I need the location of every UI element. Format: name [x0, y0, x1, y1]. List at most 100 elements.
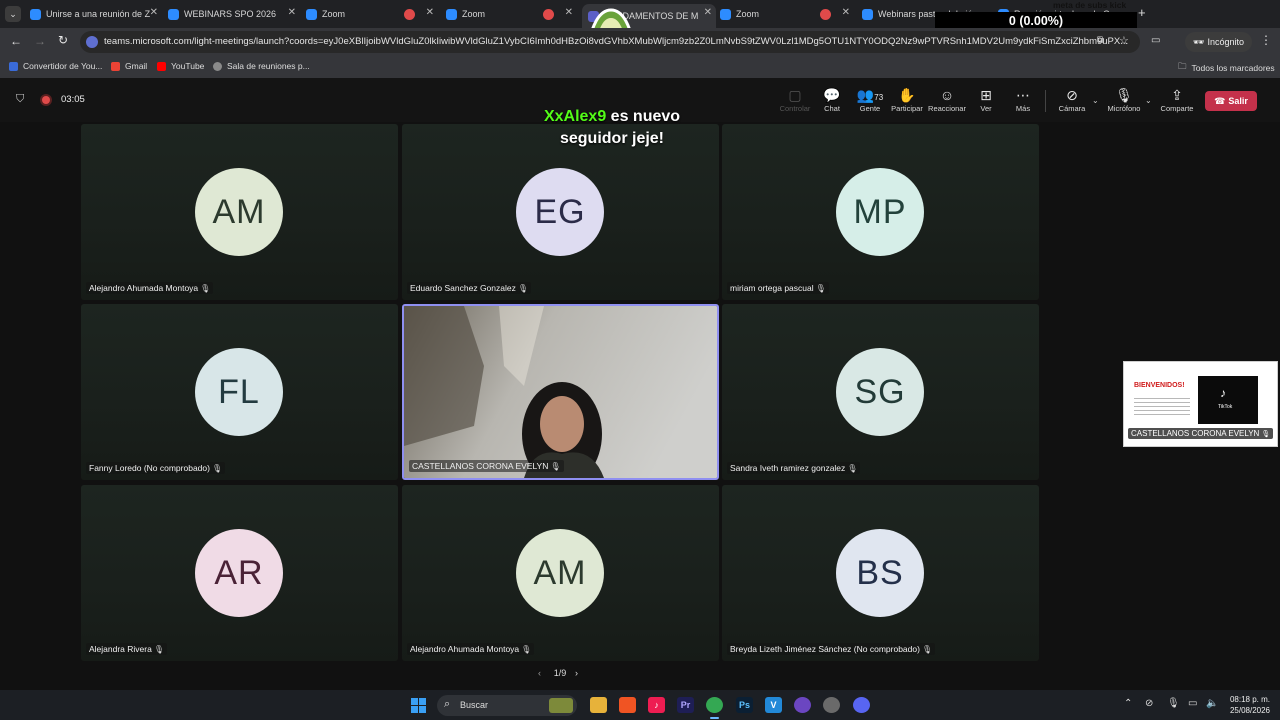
tab-1[interactable]: Unirse a una reunión de Z ✕: [30, 4, 162, 24]
tab-2[interactable]: WEBINARS SPO 2026 ✕: [168, 4, 300, 24]
bookmark-star-icon[interactable]: ☆: [1119, 34, 1129, 47]
photoshop-icon[interactable]: Ps: [736, 697, 753, 713]
react-label: Reaccionar: [928, 104, 966, 113]
participant-tile[interactable]: FL Fanny Loredo (No comprobado) 🎙: [81, 304, 398, 480]
chrome-icon[interactable]: [706, 697, 723, 713]
people-label: Gente: [859, 104, 881, 113]
tab-8[interactable]: Zoom: [720, 4, 816, 24]
bookmark-sala[interactable]: Sala de reuniones p...: [213, 61, 310, 71]
more-button[interactable]: ⋯ Más: [1003, 87, 1043, 113]
translate-icon[interactable]: ⧉: [1097, 35, 1104, 46]
shared-screen-thumbnail[interactable]: BIENVENIDOS! ♪ TikTok CASTELLANOS CORONA…: [1123, 361, 1278, 447]
leave-button[interactable]: ☎ Salir: [1205, 91, 1257, 111]
camera-options-icon[interactable]: ⌄: [1092, 96, 1099, 105]
mic-tray-icon[interactable]: 🎙: [1167, 698, 1180, 709]
shield-icon[interactable]: ⛉: [16, 93, 24, 106]
tiktok-app-icon[interactable]: ♪: [648, 697, 665, 713]
zoom-icon: [862, 8, 873, 20]
chat-button[interactable]: 💬 Chat: [812, 87, 852, 113]
close-icon[interactable]: ✕: [565, 7, 573, 18]
obs-icon[interactable]: [794, 697, 811, 713]
mic-button[interactable]: 🎙 Micrófono: [1104, 87, 1144, 113]
avatar: FL: [195, 348, 283, 436]
active-app-indicator: [710, 717, 719, 719]
tab-6[interactable]: ✕: [543, 4, 577, 24]
mic-muted-icon: 🎙: [521, 645, 532, 654]
discord-icon[interactable]: [853, 697, 870, 713]
bookmark-gmail[interactable]: Gmail: [111, 61, 147, 71]
camera-label: Cámara: [1058, 104, 1086, 113]
people-icon: 👥73: [856, 87, 884, 103]
mic-muted-icon: 🎙: [517, 284, 529, 293]
clock-time: 08:18 p. m.: [1229, 695, 1270, 704]
participant-tile[interactable]: SG Sandra Iveth ramirez gonzalez 🎙: [722, 304, 1039, 480]
tab-3[interactable]: Zoom: [306, 4, 402, 24]
windows-start-icon[interactable]: [411, 698, 426, 713]
site-info-icon[interactable]: [86, 36, 98, 48]
share-icon: ⇪: [1171, 87, 1183, 103]
clock[interactable]: 08:18 p. m. 25/08/2026: [1224, 694, 1270, 716]
participant-tile[interactable]: MP miriam ortega pascual 🎙: [722, 124, 1039, 300]
clock-date: 25/08/2026: [1229, 706, 1270, 715]
windows-taskbar: ⌕ Buscar ♪ Pr Ps V ⌃ ⊘ 🎙 ▭ 🔈 08:18 p. m.…: [0, 690, 1280, 720]
network-icon[interactable]: ▭: [1188, 698, 1197, 709]
participant-tile[interactable]: AM Alejandro Ahumada Montoya 🎙: [402, 485, 719, 661]
url-text: teams.microsoft.com/light-meetings/launc…: [104, 36, 1129, 47]
bookmark-all[interactable]: 🗀 Todos los marcadores: [1178, 61, 1275, 75]
tab-3-label: Zoom: [322, 9, 346, 19]
bookmark-youtube[interactable]: YouTube: [157, 61, 204, 71]
mic-label: Micrófono: [1107, 104, 1141, 113]
close-icon[interactable]: ✕: [150, 7, 158, 18]
participant-tile[interactable]: EG Eduardo Sanchez Gonzalez 🎙: [402, 124, 719, 300]
raise-hand-button[interactable]: ✋ Participar: [887, 87, 927, 113]
tab-9[interactable]: ✕: [820, 4, 854, 24]
brave-icon[interactable]: [619, 697, 636, 713]
incognito-profile[interactable]: 🕶 Incógnito: [1185, 32, 1252, 52]
converter-icon: [9, 61, 18, 71]
view-button[interactable]: ⊞ Ver: [966, 87, 1006, 113]
bookmark-all-label: Todos los marcadores: [1191, 63, 1275, 73]
control-button[interactable]: ▢ Controlar: [775, 87, 815, 113]
close-icon[interactable]: ✕: [288, 7, 296, 18]
share-button[interactable]: ⇪ Comparte: [1157, 87, 1197, 113]
side-panel-icon[interactable]: ▭: [1151, 35, 1160, 46]
taskbar-search[interactable]: ⌕ Buscar: [437, 695, 577, 716]
mic-options-icon[interactable]: ⌄: [1145, 96, 1152, 105]
address-bar[interactable]: teams.microsoft.com/light-meetings/launc…: [80, 31, 1140, 53]
participant-tile[interactable]: AM Alejandro Ahumada Montoya 🎙: [81, 124, 398, 300]
back-icon[interactable]: ←: [10, 34, 22, 48]
alert-username: XxAlex9: [543, 108, 607, 125]
new-tab-button[interactable]: +: [1138, 5, 1146, 20]
page-indicator: 1/9: [553, 668, 567, 678]
vscode-icon[interactable]: V: [765, 697, 782, 713]
close-icon[interactable]: ✕: [426, 7, 434, 18]
react-button[interactable]: ☺ Reaccionar: [927, 87, 967, 113]
pip-name: CASTELLANOS CORONA EVELYN: [1131, 429, 1260, 438]
forward-icon[interactable]: →: [34, 34, 46, 48]
tab-search-button[interactable]: ⌄: [5, 6, 21, 22]
reload-icon[interactable]: ↻: [58, 33, 68, 47]
chat-icon: 💬: [823, 87, 841, 103]
menu-icon[interactable]: ⋮: [1260, 33, 1272, 47]
file-explorer-icon[interactable]: [590, 697, 607, 713]
participant-tile[interactable]: BS Breyda Lizeth Jiménez Sánchez (No com…: [722, 485, 1039, 661]
bookmarks-bar: Convertidor de You... Gmail YouTube Sala…: [0, 56, 1280, 78]
participant-video-tile[interactable]: CASTELLANOS CORONA EVELYN 🎙: [402, 304, 719, 480]
tray-chevron-icon[interactable]: ⌃: [1124, 698, 1132, 709]
tab-4[interactable]: ✕: [404, 4, 438, 24]
tab-5[interactable]: Zoom: [446, 4, 542, 24]
pager-next-icon[interactable]: ›: [575, 668, 578, 678]
record-icon: [543, 8, 554, 20]
close-icon[interactable]: ✕: [704, 7, 712, 18]
people-button[interactable]: 👥73 Gente: [850, 87, 890, 113]
premiere-icon[interactable]: Pr: [677, 697, 694, 713]
camera-button[interactable]: ⊘ Cámara: [1052, 87, 1092, 113]
bookmark-converter[interactable]: Convertidor de You...: [9, 61, 102, 71]
chat-label: Chat: [824, 104, 840, 113]
participant-tile[interactable]: AR Alejandra Rivera 🎙: [81, 485, 398, 661]
close-icon[interactable]: ✕: [842, 7, 850, 18]
notification-mute-icon[interactable]: ⊘: [1145, 698, 1153, 709]
volume-icon[interactable]: 🔈: [1206, 698, 1218, 709]
mic-icon: 🎙: [550, 462, 561, 471]
chrome-profile-icon[interactable]: [823, 697, 840, 713]
